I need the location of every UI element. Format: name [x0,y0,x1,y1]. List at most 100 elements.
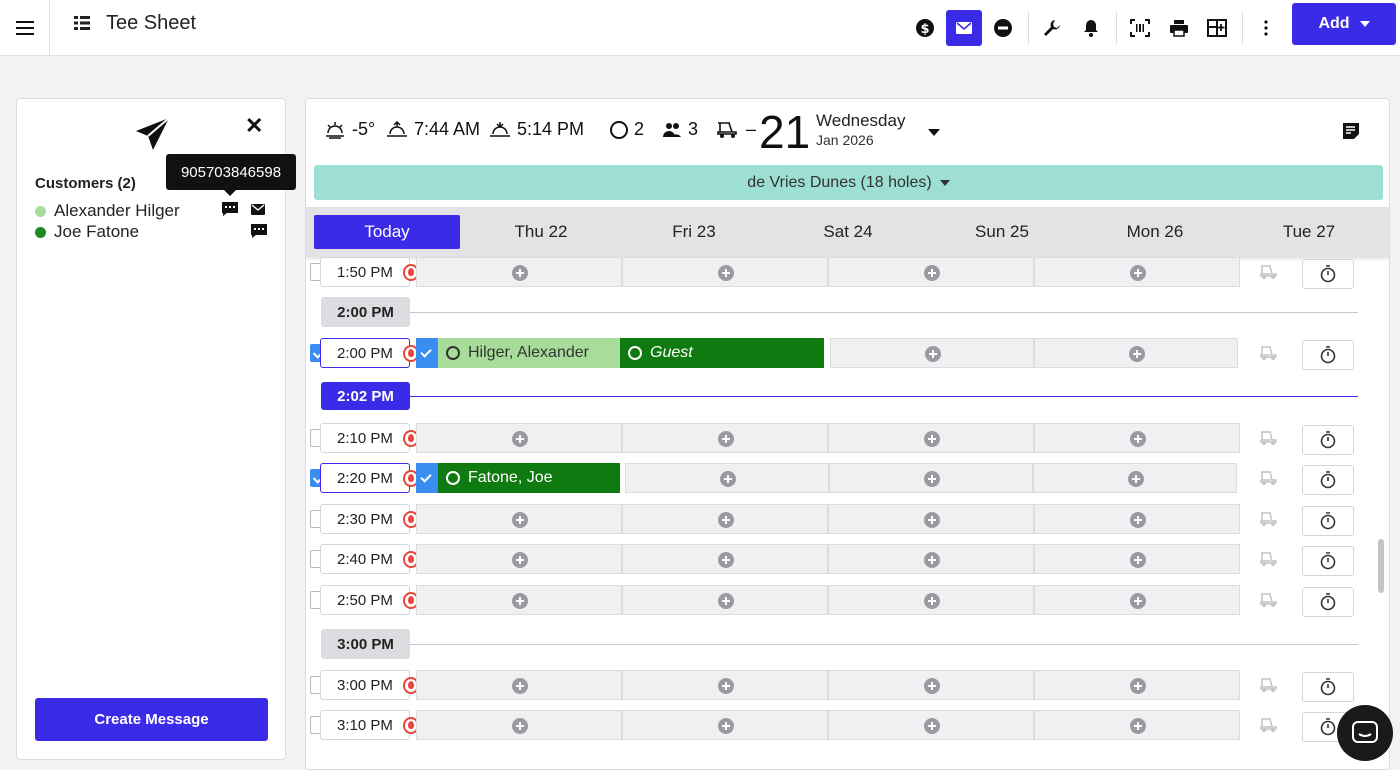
tab-sun-25[interactable]: Sun 25 [929,215,1075,249]
empty-slot[interactable] [828,504,1034,534]
checked-in-tab[interactable] [416,338,438,368]
empty-slot[interactable] [1034,670,1240,700]
empty-slot[interactable] [622,710,828,740]
golf-cart-icon[interactable] [1259,592,1279,608]
tee-time-button[interactable]: 2:50 PM [320,585,410,615]
create-message-button[interactable]: Create Message [35,698,268,741]
timer-button[interactable] [1302,546,1354,576]
course-selector[interactable]: de Vries Dunes (18 holes) [314,165,1383,200]
empty-slot[interactable] [830,338,1034,368]
empty-slot[interactable] [622,257,828,287]
timer-button[interactable] [1302,587,1354,617]
timer-button[interactable] [1302,672,1354,702]
add-player-icon[interactable] [718,512,734,528]
add-player-icon[interactable] [924,678,940,694]
add-player-icon[interactable] [924,431,940,447]
golf-cart-icon[interactable] [1259,470,1279,486]
add-player-icon[interactable] [512,718,528,734]
add-player-icon[interactable] [1130,512,1146,528]
add-player-icon[interactable] [512,593,528,609]
dollar-button[interactable]: $ [907,10,943,46]
tab-tue-27[interactable]: Tue 27 [1236,215,1382,249]
add-player-icon[interactable] [512,512,528,528]
golf-cart-icon[interactable] [1259,717,1279,733]
add-player-icon[interactable] [924,552,940,568]
add-player-icon[interactable] [718,593,734,609]
add-player-icon[interactable] [718,718,734,734]
add-player-icon[interactable] [720,471,736,487]
empty-slot[interactable] [1034,544,1240,574]
sms-icon[interactable] [250,223,268,239]
add-player-icon[interactable] [924,471,940,487]
close-panel-button[interactable]: ✕ [245,113,263,139]
add-player-icon[interactable] [512,678,528,694]
hamburger-menu-button[interactable] [0,0,50,56]
empty-slot[interactable] [828,423,1034,453]
empty-slot[interactable] [416,670,622,700]
add-player-icon[interactable] [512,431,528,447]
add-player-icon[interactable] [924,593,940,609]
booking-slot[interactable]: Hilger, Alexander [438,338,620,368]
add-player-icon[interactable] [924,718,940,734]
alert-button[interactable] [1073,10,1109,46]
empty-slot[interactable] [1034,710,1240,740]
golf-cart-icon[interactable] [1259,551,1279,567]
empty-slot[interactable] [1034,585,1240,615]
tab-thu-22[interactable]: Thu 22 [468,215,614,249]
print-button[interactable] [1161,10,1197,46]
empty-slot[interactable] [1034,504,1240,534]
add-player-icon[interactable] [924,512,940,528]
tab-fri-23[interactable]: Fri 23 [621,215,767,249]
golf-cart-icon[interactable] [1259,264,1279,280]
empty-slot[interactable] [1034,423,1240,453]
tab-today[interactable]: Today [314,215,460,249]
sms-icon[interactable] [221,201,239,217]
empty-slot[interactable] [829,463,1033,493]
add-player-icon[interactable] [1130,552,1146,568]
empty-slot[interactable] [622,544,828,574]
empty-slot[interactable] [828,257,1034,287]
add-player-icon[interactable] [718,431,734,447]
empty-slot[interactable] [1034,338,1238,368]
empty-slot[interactable] [828,670,1034,700]
empty-slot[interactable] [622,670,828,700]
add-button[interactable]: Add [1292,3,1396,45]
wrench-button[interactable] [1034,10,1070,46]
empty-slot[interactable] [828,710,1034,740]
add-player-icon[interactable] [1130,678,1146,694]
empty-slot[interactable] [416,257,622,287]
add-player-icon[interactable] [512,265,528,281]
checked-in-tab[interactable] [416,463,438,493]
add-player-icon[interactable] [925,346,941,362]
add-player-icon[interactable] [1130,718,1146,734]
timer-button[interactable] [1302,340,1354,370]
timer-button[interactable] [1302,506,1354,536]
chat-launcher-button[interactable] [1337,705,1393,761]
add-player-icon[interactable] [1130,265,1146,281]
empty-slot[interactable] [416,710,622,740]
empty-slot[interactable] [622,423,828,453]
tee-time-button[interactable]: 2:40 PM [320,544,410,574]
mail-button[interactable] [946,10,982,46]
empty-slot[interactable] [622,585,828,615]
timer-button[interactable] [1302,259,1354,289]
empty-slot[interactable] [828,544,1034,574]
tab-mon-26[interactable]: Mon 26 [1082,215,1228,249]
timer-button[interactable] [1302,425,1354,455]
empty-slot[interactable] [416,504,622,534]
add-player-icon[interactable] [718,678,734,694]
tee-time-button[interactable]: 2:30 PM [320,504,410,534]
tee-time-button[interactable]: 2:00 PM [320,338,410,368]
date-picker-chevron-icon[interactable] [928,129,940,136]
booking-slot[interactable]: Guest [620,338,824,368]
add-player-icon[interactable] [718,552,734,568]
empty-slot[interactable] [416,585,622,615]
mail-icon[interactable] [251,204,265,215]
timer-button[interactable] [1302,465,1354,495]
golf-cart-icon[interactable] [1259,511,1279,527]
layout-button[interactable] [1199,10,1235,46]
empty-slot[interactable] [416,544,622,574]
more-button[interactable] [1248,10,1284,46]
tee-time-button[interactable]: 3:10 PM [320,710,410,740]
add-player-icon[interactable] [1130,593,1146,609]
